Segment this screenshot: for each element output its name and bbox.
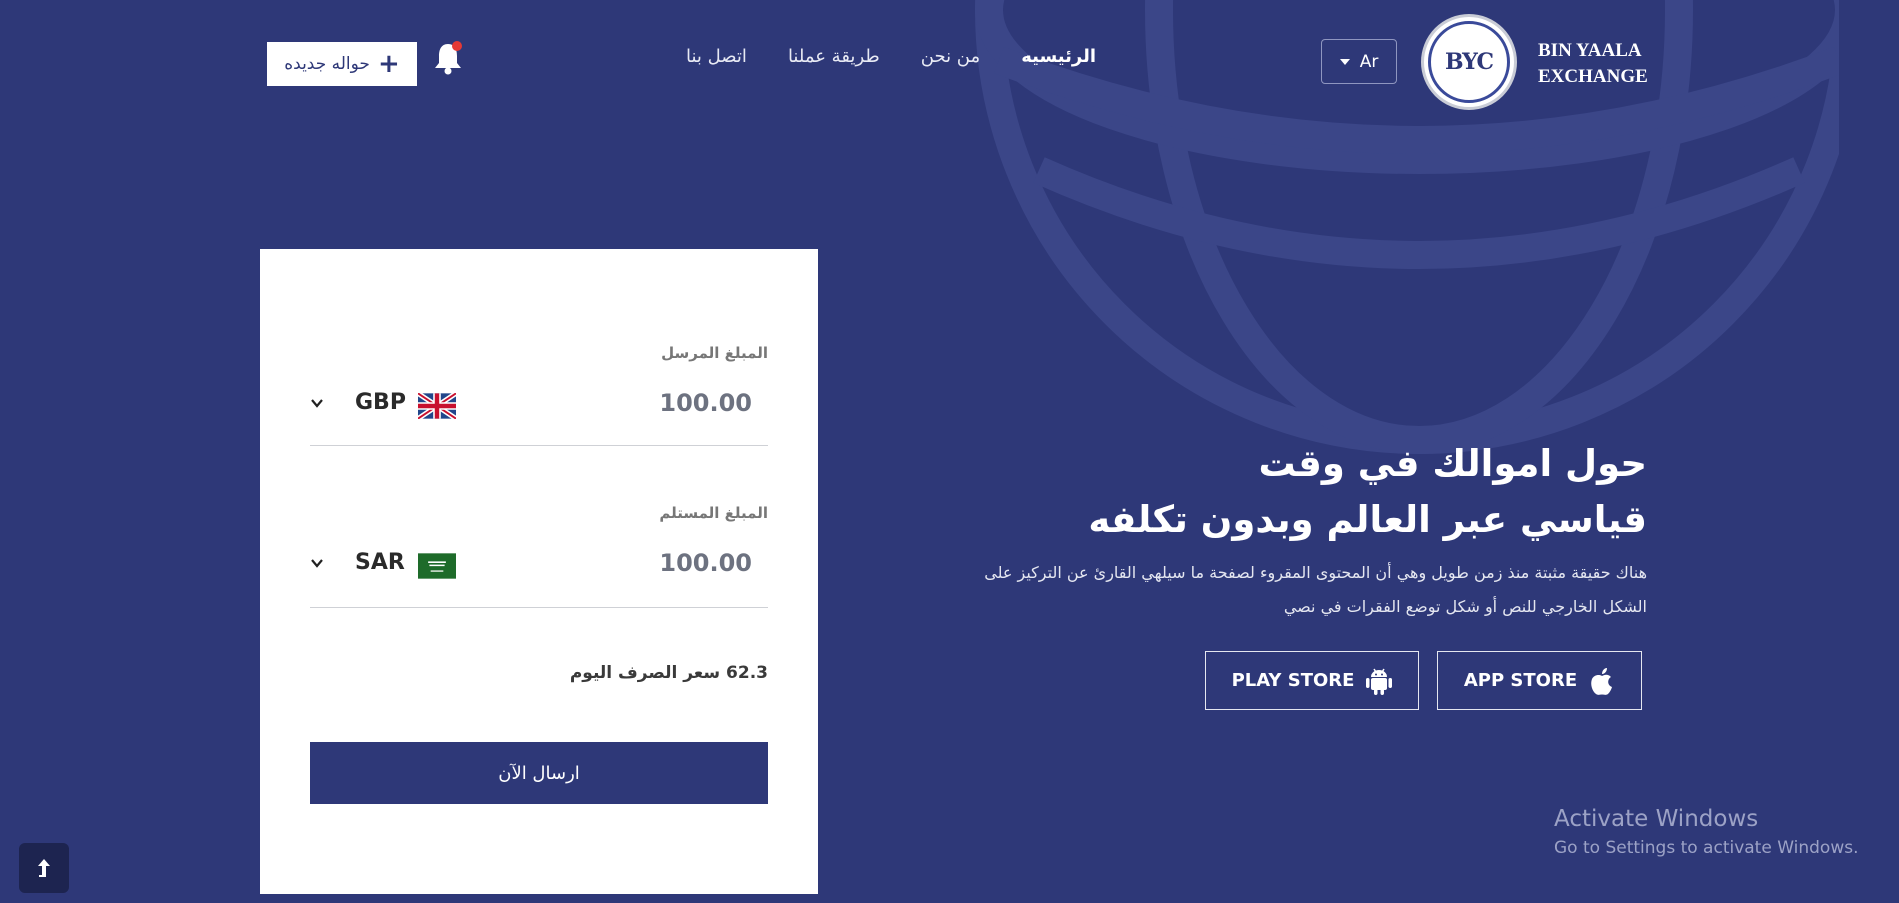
new-transfer-button[interactable]: حواله جديده + — [267, 42, 417, 86]
received-amount-input[interactable]: 100.00 — [659, 549, 752, 577]
brand-logo[interactable]: BYC — [1421, 14, 1517, 110]
received-currency-select[interactable]: SAR — [355, 550, 405, 575]
nav-item-contact[interactable]: اتصل بنا — [686, 46, 747, 67]
nav-item-about[interactable]: من نحن — [921, 46, 980, 67]
hero-description: هناك حقيقة مثبتة منذ زمن طويل وهي أن الم… — [887, 556, 1647, 624]
app-store-button[interactable]: APP STORE — [1437, 651, 1642, 710]
scroll-to-top-button[interactable] — [19, 843, 69, 893]
windows-activation-watermark: Activate Windows Go to Settings to activ… — [1554, 806, 1859, 858]
send-now-button[interactable]: ارسال الآن — [310, 742, 768, 804]
play-store-label: PLAY STORE — [1231, 670, 1355, 691]
hero-text-line2: الشكل الخارجي للنص أو شكل توضع الفقرات ف… — [1283, 597, 1647, 616]
divider — [310, 445, 768, 446]
hero-title-line1: حول اموالك في وقت — [1258, 442, 1647, 485]
play-store-button[interactable]: PLAY STORE — [1205, 651, 1419, 710]
uk-flag-icon — [418, 393, 456, 419]
watermark-line2: Go to Settings to activate Windows. — [1554, 838, 1859, 858]
app-store-label: APP STORE — [1463, 670, 1578, 691]
saudi-flag-icon — [418, 553, 456, 579]
nav-item-home[interactable]: الرئيسيه — [1021, 46, 1096, 67]
bell-icon[interactable] — [432, 40, 464, 76]
watermark-line1: Activate Windows — [1554, 806, 1759, 832]
hero-title: حول اموالك في وقت قياسي عبر العالم وبدون… — [927, 436, 1647, 548]
chevron-down-icon[interactable] — [310, 556, 324, 570]
language-value: Ar — [1359, 51, 1379, 72]
caret-down-icon — [1339, 58, 1350, 65]
arrow-up-icon — [38, 859, 50, 877]
sent-amount-label: المبلغ المرسل — [661, 344, 768, 362]
hero-title-line2: قياسي عبر العالم وبدون تكلفه — [1088, 498, 1647, 541]
chevron-down-icon[interactable] — [310, 396, 324, 410]
nav-item-how-we-work[interactable]: طريقة عملنا — [788, 46, 880, 67]
brand-name-line1: BIN YAALA — [1538, 40, 1642, 61]
sent-currency-select[interactable]: GBP — [355, 390, 406, 415]
hero-text-line1: هناك حقيقة مثبتة منذ زمن طويل وهي أن الم… — [984, 563, 1647, 582]
android-icon — [1366, 668, 1393, 695]
transfer-card: المبلغ المرسل 100.00 GBP المبلغ المستلم … — [260, 249, 818, 894]
received-amount-label: المبلغ المستلم — [659, 504, 768, 522]
sent-amount-input[interactable]: 100.00 — [659, 389, 752, 417]
main-nav: الرئيسيه من نحن طريقة عملنا اتصل بنا — [686, 46, 1096, 67]
plus-icon: + — [377, 49, 400, 79]
language-selector[interactable]: Ar — [1321, 39, 1397, 84]
logo-text: BYC — [1428, 21, 1510, 103]
apple-icon — [1591, 667, 1613, 695]
new-transfer-label: حواله جديده — [284, 54, 370, 74]
brand-name-line2: EXCHANGE — [1538, 66, 1648, 87]
divider — [310, 607, 768, 608]
exchange-rate: 62.3 سعر الصرف اليوم — [569, 663, 768, 683]
brand-name: BIN YAALA EXCHANGE — [1538, 38, 1648, 90]
